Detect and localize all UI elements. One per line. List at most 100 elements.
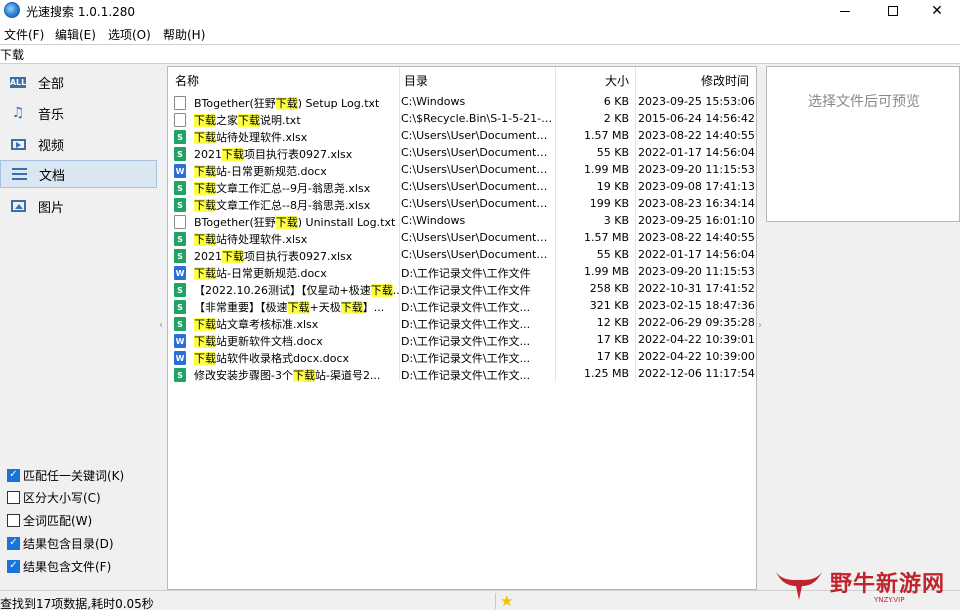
file-name-cell: S 下载文章工作汇总--9月-翁思尧.xlsx <box>174 180 400 196</box>
menu-edit[interactable]: 编辑(E) <box>55 26 96 43</box>
excel-file-icon: S <box>174 249 186 263</box>
window-title: 光速搜索 1.0.1.280 <box>26 5 136 19</box>
table-row[interactable]: S 下载文章工作汇总--9月-翁思尧.xlsx C:\Users\User\Docu… <box>168 179 756 196</box>
category-video[interactable]: 视频 <box>0 130 157 158</box>
category-document[interactable]: 文档 <box>0 160 157 188</box>
file-name: 2021下载项目执行表0927.xlsx <box>194 148 353 161</box>
table-row[interactable]: S 下载文章工作汇总--8月-翁思尧.xlsx C:\Users\User\Docu… <box>168 196 756 213</box>
file-size: 17 KB <box>596 350 629 363</box>
collapse-right-icon[interactable]: › <box>758 320 762 331</box>
menu-help[interactable]: 帮助(H) <box>163 26 205 43</box>
category-label: 图片 <box>38 200 65 216</box>
file-size: 2 KB <box>603 112 629 125</box>
table-row[interactable]: S 修改安装步骤图-3个下载站-渠道号2... D:\工作记录文件\工作文... 1.… <box>168 366 756 383</box>
file-time: 2023-09-08 17:41:13 <box>638 180 755 193</box>
table-row[interactable]: 下载之家下载说明.txt C:\$Recycle.Bin\S-1-5-21-26.… <box>168 111 756 128</box>
picture-icon <box>10 199 26 213</box>
option-include-files[interactable]: ✓ 结果包含文件(F) <box>7 558 111 574</box>
table-row[interactable]: W 下载站-日常更新规范.docx D:\工作记录文件\工作文件 1.99 MB 202… <box>168 264 756 281</box>
file-time: 2023-09-20 11:15:53 <box>638 163 755 176</box>
file-name-cell: S 2021下载项目执行表0927.xlsx <box>174 248 400 264</box>
table-row[interactable]: S 下载站待处理软件.xlsx C:\Users\User\Documents\..… <box>168 230 756 247</box>
table-row[interactable]: W 下载站-日常更新规范.docx C:\Users\User\Documents\… <box>168 162 756 179</box>
table-row[interactable]: W 下载站更新软件文档.docx D:\工作记录文件\工作文... 17 KB 2022… <box>168 332 756 349</box>
bull-horns-icon <box>776 572 822 600</box>
file-time: 2022-12-06 11:17:54 <box>638 367 755 380</box>
minimize-button[interactable] <box>822 0 868 22</box>
checkbox[interactable] <box>7 490 20 504</box>
file-time: 2015-06-24 14:56:42 <box>638 112 755 125</box>
search-input[interactable] <box>0 46 958 63</box>
category-picture[interactable]: 图片 <box>0 192 157 220</box>
file-name-cell: S 【2022.10.26测试】【仅星动+极速下载... <box>174 282 400 298</box>
excel-file-icon: S <box>174 181 186 195</box>
file-dir: D:\工作记录文件\工作文... <box>401 301 531 314</box>
table-row[interactable]: S 下载站文章考核标准.xlsx D:\工作记录文件\工作文... 12 KB 2022… <box>168 315 756 332</box>
watermark-text: 野牛新游网 <box>830 572 946 597</box>
table-row[interactable]: S 2021下载项目执行表0927.xlsx C:\Users\User\Docum… <box>168 247 756 264</box>
option-label: 结果包含目录(D) <box>23 536 114 551</box>
table-row[interactable]: S 下载站待处理软件.xlsx C:\Users\User\Documents\..… <box>168 128 756 145</box>
file-size: 12 KB <box>596 316 629 329</box>
file-time: 2022-04-22 10:39:00 <box>638 350 755 363</box>
file-time: 2022-06-29 09:35:28 <box>638 316 755 329</box>
checkbox[interactable]: ✓ <box>7 536 20 550</box>
file-name-cell: S 【非常重要】【极速下载+天极下载】... <box>174 299 400 315</box>
table-row[interactable]: W 下载站软件收录格式docx.docx D:\工作记录文件\工作文... 17 KB… <box>168 349 756 366</box>
preview-placeholder: 选择文件后可预览 <box>808 94 920 110</box>
file-size: 1.57 MB <box>583 231 629 244</box>
file-dir: C:\Users\User\Documents\... <box>401 163 553 176</box>
excel-file-icon: S <box>174 300 186 314</box>
checkbox[interactable] <box>7 513 20 527</box>
close-icon: ✕ <box>931 3 943 19</box>
column-header-size[interactable]: 大小 <box>605 67 629 93</box>
file-dir: D:\工作记录文件\工作文... <box>401 352 531 365</box>
menu-options[interactable]: 选项(O) <box>108 26 151 43</box>
menu-file[interactable]: 文件(F) <box>4 26 44 43</box>
file-name-cell: BTogether(狂野下载) Setup Log.txt <box>174 95 400 111</box>
file-dir: C:\$Recycle.Bin\S-1-5-21-26... <box>401 112 553 125</box>
keyword-highlight: 下载 <box>292 369 315 382</box>
excel-file-icon: S <box>174 130 186 144</box>
maximize-button[interactable] <box>870 0 916 22</box>
video-icon <box>10 137 26 151</box>
close-button[interactable]: ✕ <box>914 0 960 22</box>
music-icon: ♫ <box>11 105 25 121</box>
option-include-directories[interactable]: ✓ 结果包含目录(D) <box>7 535 114 551</box>
option-case-sensitive[interactable]: 区分大小写(C) <box>7 489 101 505</box>
file-dir: C:\Users\User\Documents\... <box>401 146 553 159</box>
column-header-name[interactable]: 名称 <box>175 67 199 93</box>
file-dir: D:\工作记录文件\工作文... <box>401 318 531 331</box>
checkbox[interactable]: ✓ <box>7 559 20 573</box>
text-file-icon <box>174 215 186 229</box>
file-name-cell: W 下载站软件收录格式docx.docx <box>174 350 400 366</box>
file-name: 【非常重要】【极速下载+天极下载】... <box>194 301 385 314</box>
table-row[interactable]: S 【非常重要】【极速下载+天极下载】... D:\工作记录文件\工作文... 321… <box>168 298 756 315</box>
keyword-highlight: 下载 <box>194 335 216 348</box>
star-icon[interactable]: ★ <box>500 592 513 610</box>
table-row[interactable]: S 2021下载项目执行表0927.xlsx C:\Users\User\Docum… <box>168 145 756 162</box>
option-match-any-keyword[interactable]: ✓ 匹配任一关键词(K) <box>7 467 124 483</box>
watermark-logo: 野牛新游网 YNZY.VIP <box>774 560 960 610</box>
table-row[interactable]: S 【2022.10.26测试】【仅星动+极速下载...D:\工作记录文件\工作文… <box>168 281 756 298</box>
category-music[interactable]: ♫ 音乐 <box>0 99 157 127</box>
word-file-icon: W <box>174 351 186 365</box>
document-icon <box>11 167 27 181</box>
category-all[interactable]: ALL 全部 <box>0 68 157 96</box>
file-name-cell: S 下载文章工作汇总--8月-翁思尧.xlsx <box>174 197 400 213</box>
file-time: 2023-09-25 16:01:10 <box>638 214 755 227</box>
keyword-highlight: 下载 <box>275 97 298 110</box>
file-time: 2022-01-17 14:56:04 <box>638 248 755 261</box>
checkbox[interactable]: ✓ <box>7 468 20 482</box>
collapse-left-icon[interactable]: ‹ <box>159 320 163 331</box>
word-file-icon: W <box>174 334 186 348</box>
column-header-dir[interactable]: 目录 <box>404 67 428 93</box>
table-row[interactable]: BTogether(狂野下载) Setup Log.txt C:\Windows 6… <box>168 94 756 111</box>
column-header-time[interactable]: 修改时间 <box>701 67 749 93</box>
file-dir: C:\Windows <box>401 214 466 227</box>
file-size: 1.99 MB <box>583 163 629 176</box>
option-whole-word[interactable]: 全词匹配(W) <box>7 512 92 528</box>
excel-file-icon: S <box>174 317 186 331</box>
table-row[interactable]: BTogether(狂野下载) Uninstall Log.txt C:\Wind… <box>168 213 756 230</box>
excel-file-icon: S <box>174 283 186 297</box>
